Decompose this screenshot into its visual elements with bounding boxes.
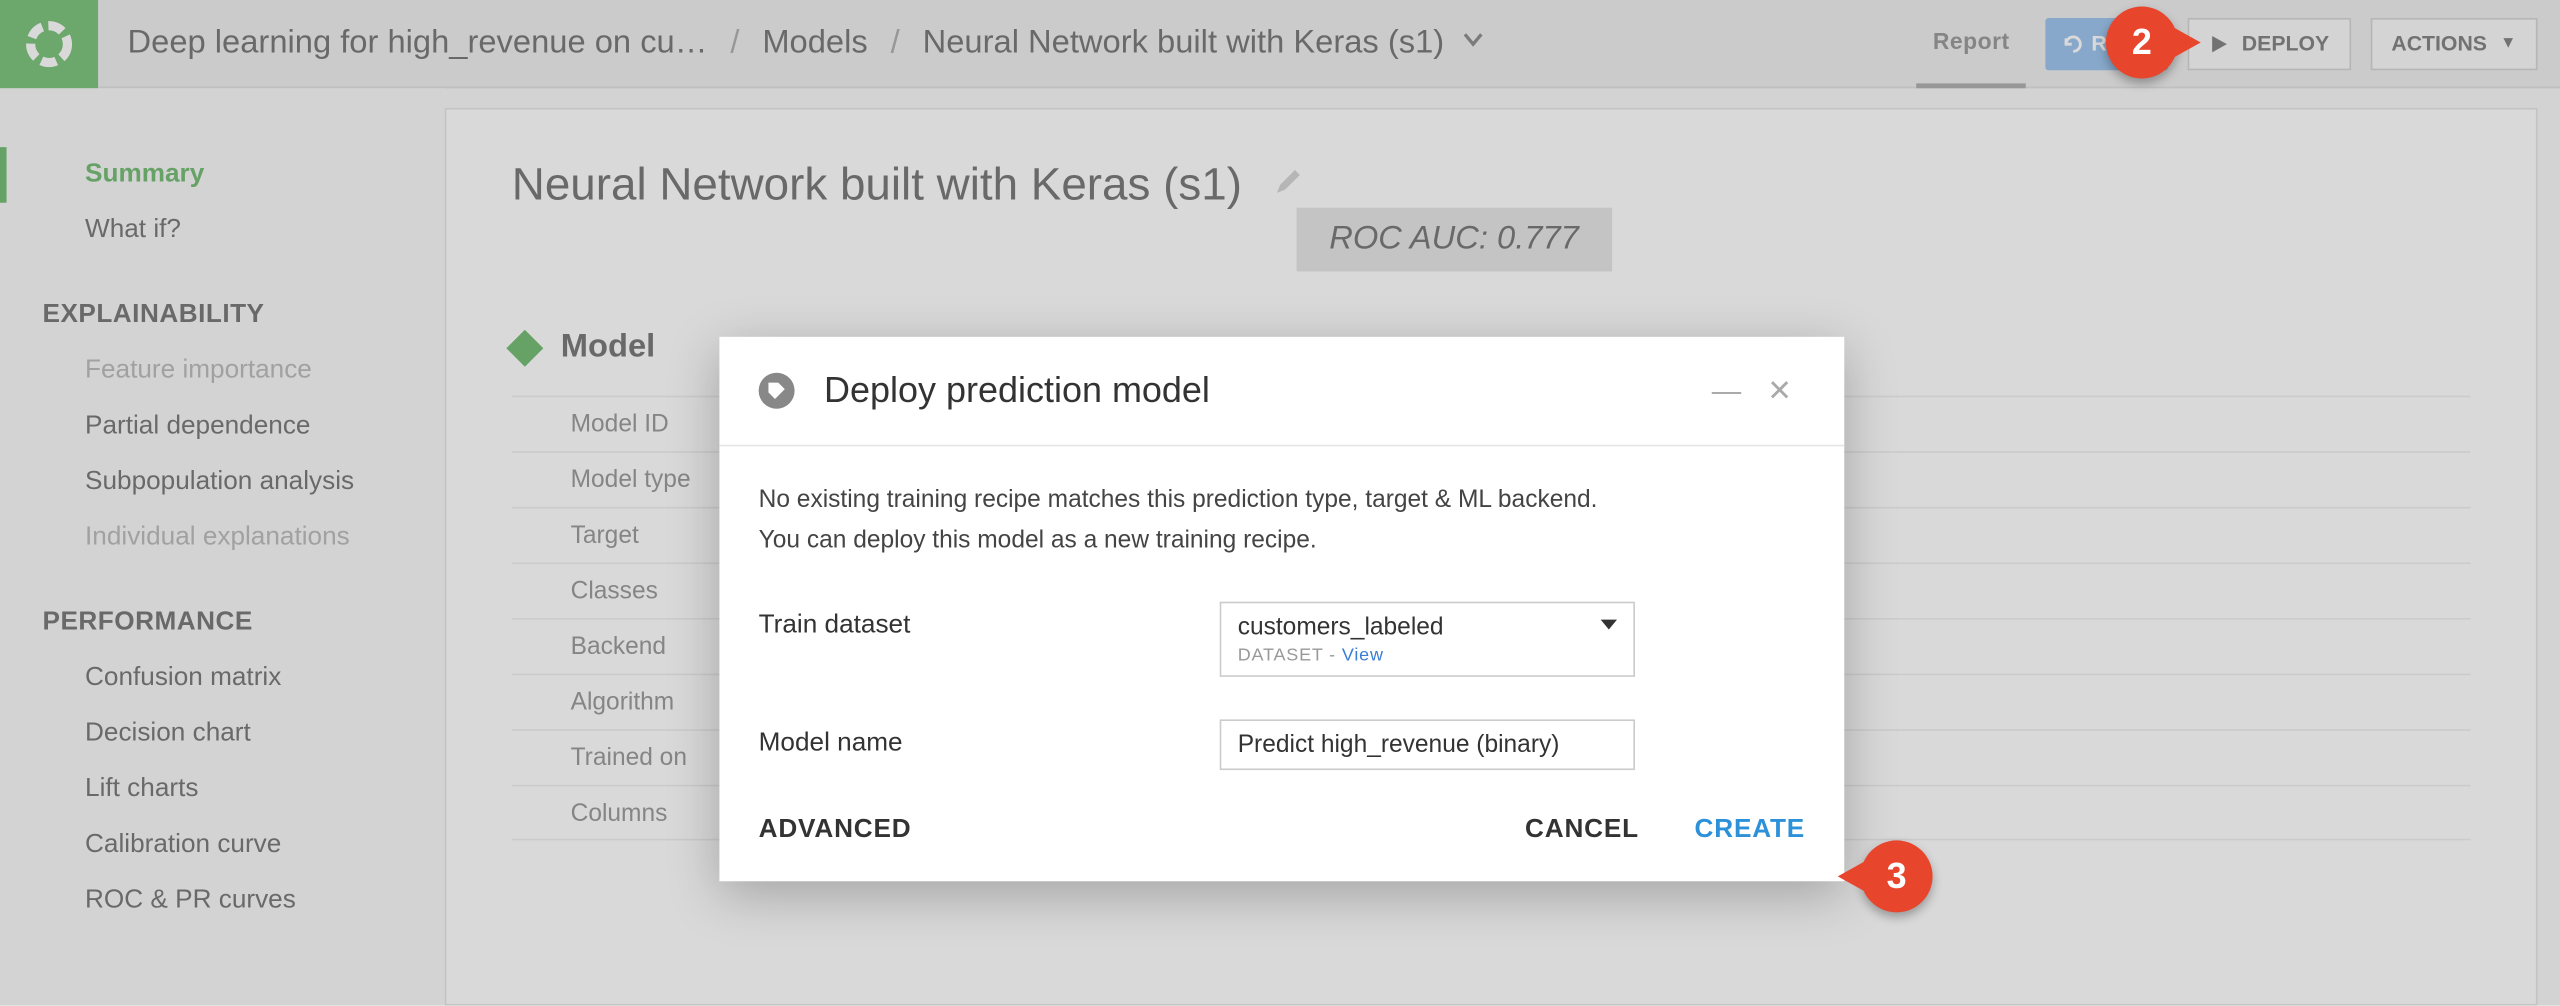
create-button[interactable]: CREATE [1695,816,1806,845]
model-name-input[interactable] [1220,719,1635,770]
minimize-icon[interactable]: — [1699,374,1755,408]
caret-down-icon [1601,620,1617,630]
train-dataset-label: Train dataset [759,602,1220,641]
dropdown-subtext: DATASET - View [1238,646,1588,666]
deploy-model-dialog: Deploy prediction model — ✕ No existing … [719,337,1844,881]
dialog-info-line: No existing training recipe matches this… [759,482,1805,519]
view-dataset-link[interactable]: View [1342,646,1384,666]
dropdown-value: customers_labeled [1238,613,1588,641]
annotation-callout-2: 2 [2106,7,2178,79]
train-dataset-dropdown[interactable]: customers_labeled DATASET - View [1220,602,1635,677]
dialog-title: Deploy prediction model [824,370,1699,413]
advanced-button[interactable]: ADVANCED [759,816,912,845]
tag-icon [759,373,795,409]
annotation-callout-3: 3 [1861,840,1933,912]
cancel-button[interactable]: CANCEL [1525,816,1639,845]
model-name-label: Model name [759,719,1220,758]
close-icon[interactable]: ✕ [1754,374,1805,408]
dialog-info-line: You can deploy this model as a new train… [759,522,1805,559]
